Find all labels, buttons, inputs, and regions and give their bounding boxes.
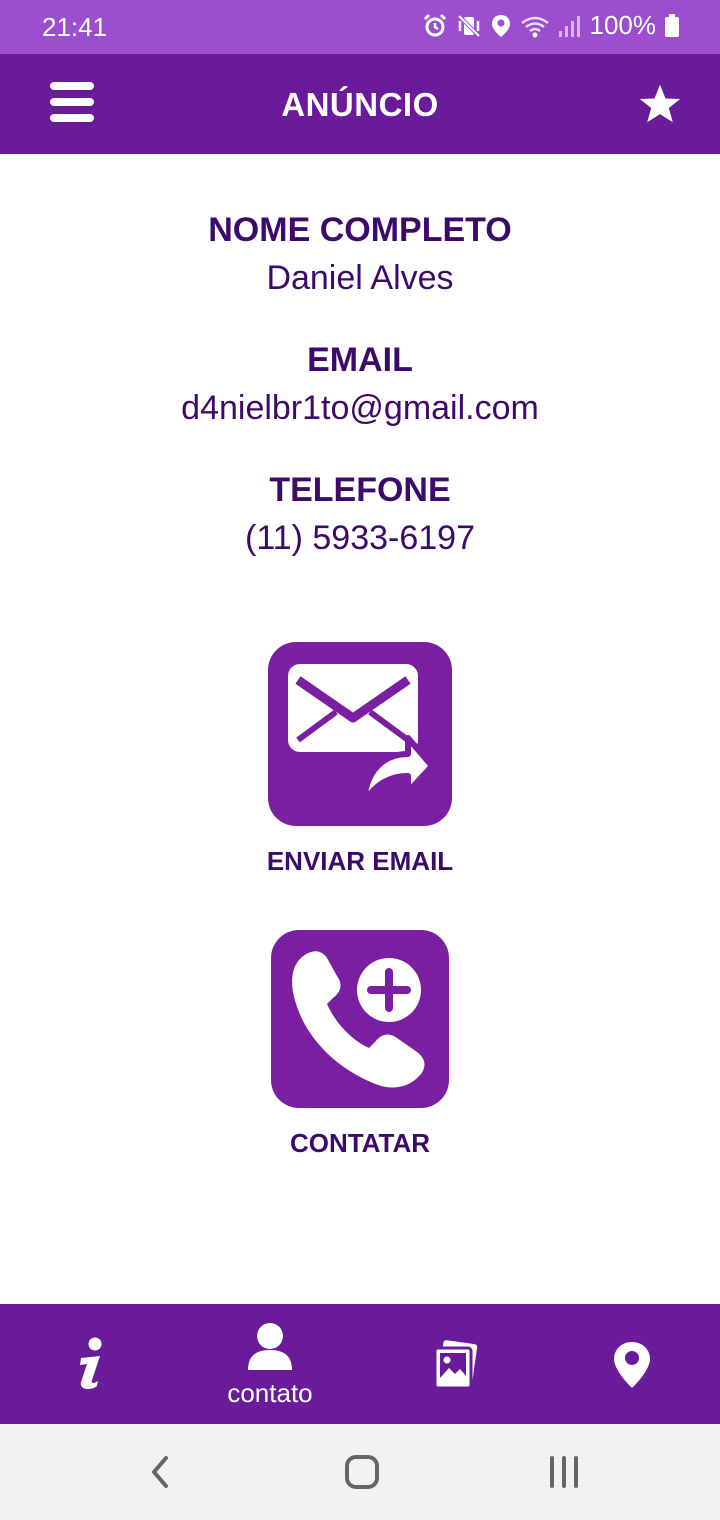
name-value: Daniel Alves xyxy=(266,259,454,297)
phone-value: (11) 5933-6197 xyxy=(245,519,475,557)
phone-field: TELEFONE (11) 5933-6197 xyxy=(0,470,720,558)
contact-button[interactable] xyxy=(271,930,449,1108)
nav-info[interactable] xyxy=(0,1304,180,1424)
send-email-action[interactable]: ENVIAR EMAIL xyxy=(0,642,720,877)
app-bar: ANÚNCIO xyxy=(0,54,720,154)
nav-contato[interactable]: contato xyxy=(180,1304,360,1424)
nav-photos[interactable] xyxy=(365,1304,545,1424)
status-bar: 21:41 100% xyxy=(0,0,720,54)
nav-contato-label: contato xyxy=(227,1378,313,1408)
info-icon xyxy=(80,1337,102,1390)
alarm-icon xyxy=(423,13,446,36)
location-pin-icon xyxy=(614,1342,650,1388)
send-email-button[interactable] xyxy=(268,642,452,826)
email-label: EMAIL xyxy=(307,341,413,379)
email-field: EMAIL d4nielbr1to@gmail.com xyxy=(0,340,720,428)
person-icon xyxy=(248,1323,292,1370)
home-square-icon xyxy=(345,1455,379,1489)
status-icons: 100% xyxy=(422,10,681,41)
photos-icon xyxy=(433,1340,478,1390)
signal-icon xyxy=(558,15,580,37)
phone-add-icon xyxy=(292,951,427,1088)
system-nav-bar xyxy=(0,1424,720,1520)
name-field: NOME COMPLETO Daniel Alves xyxy=(0,210,720,298)
send-email-label: ENVIAR EMAIL xyxy=(266,846,454,876)
system-home-button[interactable] xyxy=(344,1452,380,1497)
contact-label: CONTATAR xyxy=(289,1128,431,1158)
status-time: 21:41 xyxy=(42,12,108,42)
location-icon xyxy=(491,14,510,37)
contact-action[interactable]: CONTATAR xyxy=(0,930,720,1159)
email-value: d4nielbr1to@gmail.com xyxy=(181,389,539,427)
favorite-button[interactable] xyxy=(638,82,682,126)
name-label: NOME COMPLETO xyxy=(208,211,512,249)
battery-icon xyxy=(665,13,679,37)
email-send-icon xyxy=(288,664,435,805)
battery-percent: 100% xyxy=(589,10,657,40)
back-chevron-icon xyxy=(152,1456,168,1488)
star-icon xyxy=(639,84,681,123)
system-back-button[interactable] xyxy=(148,1452,172,1497)
phone-label: TELEFONE xyxy=(269,471,451,509)
wifi-icon xyxy=(520,16,549,37)
bottom-nav: contato xyxy=(0,1304,720,1424)
nav-location[interactable] xyxy=(542,1304,720,1424)
system-recents-button[interactable] xyxy=(546,1452,582,1497)
vibrate-mute-icon xyxy=(457,14,480,37)
recents-icon xyxy=(550,1456,578,1488)
page-title: ANÚNCIO xyxy=(281,86,439,123)
